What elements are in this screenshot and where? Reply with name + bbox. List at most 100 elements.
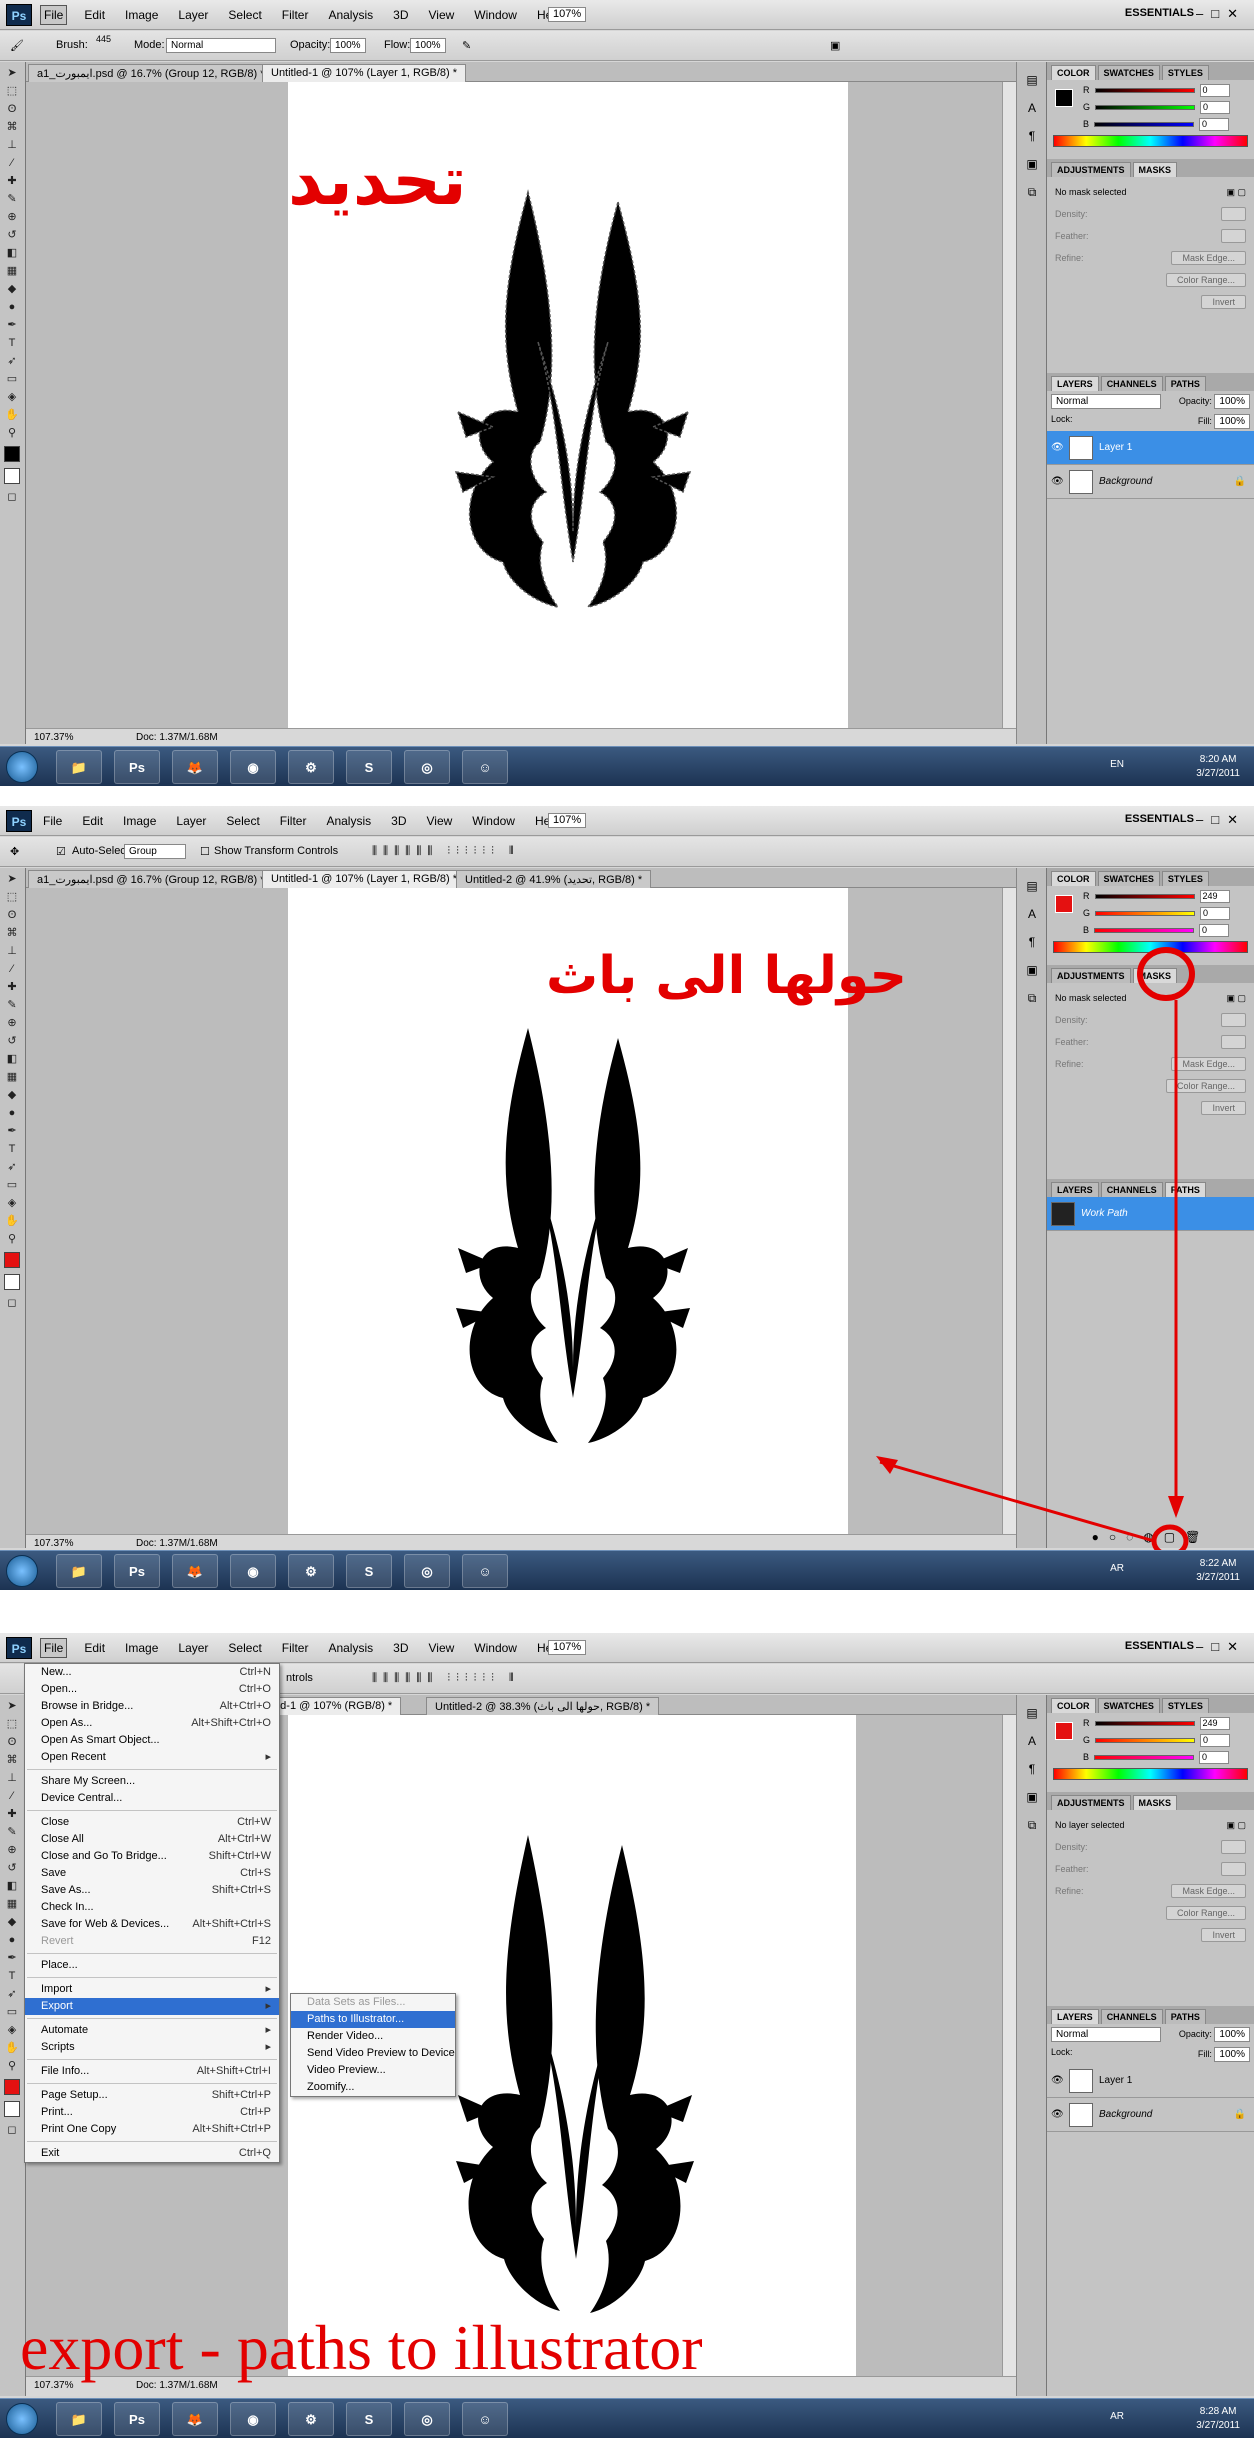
file-menu-item-open[interactable]: Open... Ctrl+O [25,1681,279,1698]
gradient-tool-icon[interactable]: ▦ [3,1897,21,1911]
language-indicator[interactable]: AR [1110,2411,1124,2422]
tab-swatches[interactable]: SWATCHES [1097,1698,1160,1713]
type-tool-icon[interactable]: T [3,336,21,350]
color-spectrum[interactable] [1053,135,1248,147]
file-menu-item-new[interactable]: New... Ctrl+N [25,1664,279,1681]
tab-adjustments[interactable]: ADJUSTMENTS [1051,162,1131,177]
tab-untitled-2[interactable]: Untitled-2 @ 38.3% (حولها الى باث, RGB/8… [426,1697,660,1715]
menu-view[interactable]: View [425,1639,457,1657]
slider-r[interactable] [1094,87,1195,93]
menu-image[interactable]: Image [122,6,161,24]
tab-channels[interactable]: CHANNELS [1100,2009,1163,2024]
export-menu-item-render-video[interactable]: Render Video... [291,2028,455,2045]
color-range-button[interactable]: Color Range... [1165,1906,1246,1920]
background-color-swatch[interactable] [4,2101,20,2117]
gradient-tool-icon[interactable]: ▦ [3,264,21,278]
menu-image[interactable]: Image [122,1639,161,1657]
opacity-input[interactable]: 100% [330,38,366,53]
eraser-tool-icon[interactable]: ◧ [3,246,21,260]
explorer-taskbar-icon[interactable]: 📁 [56,750,102,784]
background-color-swatch[interactable] [4,468,20,484]
brush-size[interactable]: 445 [96,34,111,44]
app-taskbar-icon[interactable]: ⚙ [288,750,334,784]
tab-adjustments[interactable]: ADJUSTMENTS [1051,1795,1131,1810]
menu-3d[interactable]: 3D [390,1639,411,1657]
slider-b[interactable] [1094,1754,1195,1760]
align-icons[interactable]: ⫼⫼⫼⫼⫼⫼ ⫶⫶⫶⫶⫶⫶ ⫴ [372,1672,520,1685]
slider-r[interactable] [1094,1720,1195,1726]
menu-window[interactable]: Window [471,1639,520,1657]
file-menu-item-check-in[interactable]: Check In... [25,1899,279,1916]
layer-row-background[interactable]: 👁 Background 🔒 [1047,465,1254,499]
blend-mode-select[interactable]: Normal [1051,394,1161,409]
crop-tool-icon[interactable]: ⊥ [3,1771,21,1785]
invert-button[interactable]: Invert [1201,295,1246,309]
clone-tool-icon[interactable]: ⊕ [3,210,21,224]
file-menu-item-device-central[interactable]: Device Central... [25,1790,279,1807]
path-select-tool-icon[interactable]: ➶ [3,354,21,368]
dodge-tool-icon[interactable]: ● [3,300,21,314]
density-field[interactable] [1221,1840,1246,1854]
lasso-tool-icon[interactable]: ʘ [3,102,21,116]
skype-taskbar-icon[interactable]: S [346,2402,392,2436]
file-menu-item-open-as-smart-object[interactable]: Open As Smart Object... [25,1732,279,1749]
layer-opacity-input[interactable]: 100% [1214,2027,1250,2042]
menu-window[interactable]: Window [471,6,520,24]
app-taskbar-icon[interactable]: ◉ [230,1554,276,1588]
clone-tool-icon[interactable]: ⊕ [3,1843,21,1857]
brush-tool-icon[interactable]: ✎ [3,192,21,206]
tab-styles[interactable]: STYLES [1161,65,1209,80]
layer-row-layer-1[interactable]: 👁 Layer 1 [1047,431,1254,465]
hand-tool-icon[interactable]: ✋ [3,408,21,422]
hand-tool-icon[interactable]: ✋ [3,2041,21,2055]
windows-start-button[interactable] [6,1555,38,1587]
menu-edit[interactable]: Edit [81,1639,108,1657]
dodge-tool-icon[interactable]: ● [3,1933,21,1947]
chrome-taskbar-icon[interactable]: ◎ [404,2402,450,2436]
3d-tool-icon[interactable]: ◈ [3,390,21,404]
clock[interactable]: 8:28 AM 3/27/2011 [1196,2405,1240,2433]
chrome-taskbar-icon[interactable]: ◎ [404,1554,450,1588]
file-menu-item-save-as[interactable]: Save As... Shift+Ctrl+S [25,1882,279,1899]
file-menu-item-file-info[interactable]: File Info... Alt+Shift+Ctrl+I [25,2063,279,2080]
move-tool-icon[interactable]: ➤ [3,66,21,80]
export-menu-item-video-preview[interactable]: Video Preview... [291,2062,455,2079]
layer-row-background[interactable]: 👁 Background 🔒 [1047,2098,1254,2132]
eraser-tool-icon[interactable]: ◧ [3,1879,21,1893]
3d-tool-icon[interactable]: ◈ [3,2023,21,2037]
menu-3d[interactable]: 3D [390,6,411,24]
tab-paths[interactable]: PATHS [1164,2009,1206,2024]
color-spectrum[interactable] [1053,1768,1248,1780]
marquee-tool-icon[interactable]: ⬚ [3,84,21,98]
messenger-taskbar-icon[interactable]: ☺ [462,750,508,784]
photoshop-taskbar-icon[interactable]: Ps [114,1554,160,1588]
workspace-switcher[interactable]: ESSENTIALS [1125,1640,1194,1652]
invert-button[interactable]: Invert [1201,1928,1246,1942]
tool-presets-icon[interactable]: ▣ [1022,154,1042,174]
messenger-taskbar-icon[interactable]: ☺ [462,2402,508,2436]
quick-mask-icon[interactable]: ◻ [3,490,21,504]
file-menu-item-export[interactable]: Export ▸ [25,1998,279,2015]
photoshop-logo-icon[interactable]: Ps [6,4,32,26]
zoom-tool-icon[interactable]: ⚲ [3,2059,21,2073]
paragraph-panel-icon[interactable]: ¶ [1022,1759,1042,1779]
feather-field[interactable] [1221,229,1246,243]
firefox-taskbar-icon[interactable]: 🦊 [172,2402,218,2436]
tab-untitled-1[interactable]: ted-1 @ 107% (RGB/8) * [262,1697,402,1715]
shape-tool-icon[interactable]: ▭ [3,372,21,386]
pen-tool-icon[interactable]: ✒ [3,318,21,332]
workspace-switcher[interactable]: ESSENTIALS [1125,7,1194,19]
lasso-tool-icon[interactable]: ʘ [3,1735,21,1749]
chrome-taskbar-icon[interactable]: ◎ [404,750,450,784]
pen-tool-icon[interactable]: ✒ [3,1951,21,1965]
menu-file[interactable]: File [40,1638,68,1658]
windows-start-button[interactable] [6,2403,38,2435]
menu-file[interactable]: File [40,5,68,25]
tab-masks[interactable]: MASKS [1132,1795,1178,1810]
file-menu-item-open-recent[interactable]: Open Recent ▸ [25,1749,279,1766]
value-g[interactable]: 0 [1200,1733,1231,1747]
flow-input[interactable]: 100% [410,38,446,53]
crop-tool-icon[interactable]: ⊥ [3,138,21,152]
tab-masks[interactable]: MASKS [1132,162,1178,177]
slider-g[interactable] [1095,104,1196,110]
